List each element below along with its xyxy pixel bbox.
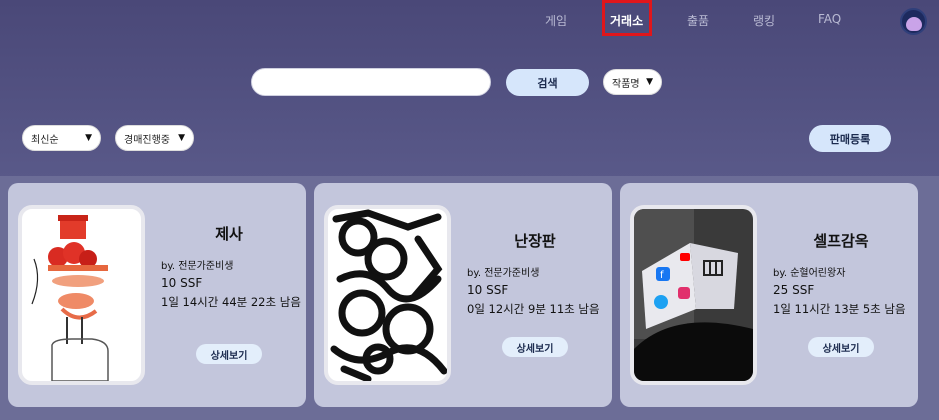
search-button[interactable]: 검색 bbox=[506, 69, 589, 96]
card-time-left: 1일 11시간 13분 5초 남음 bbox=[773, 302, 906, 316]
top-nav: 게임 거래소 출품 랭킹 FAQ bbox=[0, 0, 939, 40]
nav-item-ranking[interactable]: 랭킹 bbox=[753, 12, 775, 29]
card-time-left: 0일 12시간 9분 11초 남음 bbox=[467, 302, 600, 316]
sort-value: 최신순 bbox=[31, 134, 59, 146]
artwork-thumbnail[interactable] bbox=[324, 205, 451, 385]
listing-card: f 셀프감옥 by. 순혈어린왕자 25 SSF 1일 11시간 13분 5초 … bbox=[620, 183, 918, 407]
art-drawing-red-tower-icon bbox=[31, 215, 109, 381]
card-author: by. 전문가준비생 bbox=[467, 268, 540, 279]
card-author: by. 순혈어린왕자 bbox=[773, 268, 846, 279]
nav-item-game[interactable]: 게임 bbox=[545, 12, 567, 29]
card-time-left: 1일 14시간 44분 22초 남음 bbox=[161, 295, 301, 309]
card-price: 10 SSF bbox=[467, 283, 509, 297]
active-nav-highlight bbox=[602, 0, 652, 36]
card-price: 10 SSF bbox=[161, 276, 203, 290]
detail-button[interactable]: 상세보기 bbox=[808, 337, 874, 357]
card-author: by. 전문가준비생 bbox=[161, 261, 234, 272]
listing-card: 제사 by. 전문가준비생 10 SSF 1일 14시간 44분 22초 남음 … bbox=[8, 183, 306, 407]
nav-item-faq[interactable]: FAQ bbox=[818, 12, 841, 26]
search-input[interactable] bbox=[251, 68, 491, 96]
artwork-thumbnail[interactable]: f bbox=[630, 205, 757, 385]
artwork-thumbnail[interactable] bbox=[18, 205, 145, 385]
search-type-select[interactable]: 작품명 ▼ bbox=[603, 69, 662, 95]
card-title: 제사 bbox=[215, 225, 243, 243]
sell-register-button[interactable]: 판매등록 bbox=[809, 125, 891, 152]
card-price: 25 SSF bbox=[773, 283, 815, 297]
detail-button[interactable]: 상세보기 bbox=[502, 337, 568, 357]
card-title: 난장판 bbox=[514, 232, 556, 250]
search-type-value: 작품명 bbox=[612, 78, 640, 90]
avatar[interactable] bbox=[900, 8, 927, 35]
listing-card: 난장판 by. 전문가준비생 10 SSF 0일 12시간 9분 11초 남음 … bbox=[314, 183, 612, 407]
art-drawing-social-cube-icon: f bbox=[634, 209, 753, 381]
status-select[interactable]: 경매진행중 ▼ bbox=[115, 125, 194, 151]
detail-button[interactable]: 상세보기 bbox=[196, 344, 262, 364]
svg-text:f: f bbox=[660, 270, 664, 281]
chevron-down-icon: ▼ bbox=[85, 133, 92, 143]
chevron-down-icon: ▼ bbox=[646, 77, 653, 87]
art-drawing-black-scribble-icon bbox=[330, 209, 447, 381]
sort-select[interactable]: 최신순 ▼ bbox=[22, 125, 101, 151]
nav-item-submit[interactable]: 출품 bbox=[687, 12, 709, 29]
avatar-icon bbox=[905, 16, 922, 31]
card-title: 셀프감옥 bbox=[813, 232, 869, 250]
status-value: 경매진행중 bbox=[124, 134, 170, 146]
chevron-down-icon: ▼ bbox=[178, 133, 185, 143]
